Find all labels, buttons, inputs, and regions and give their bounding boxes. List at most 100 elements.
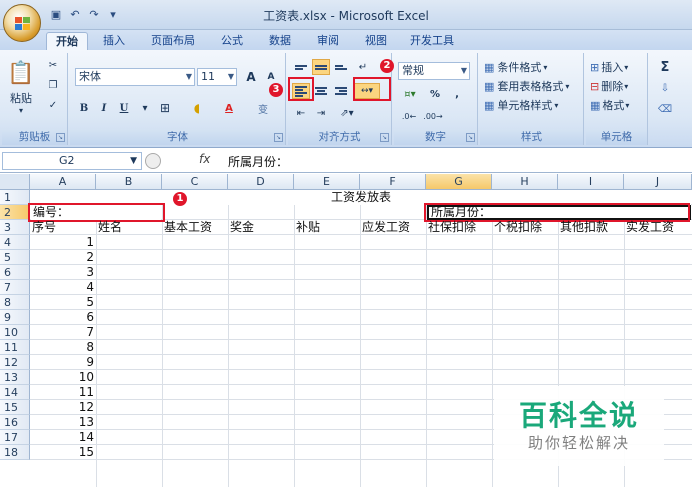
column-header-b[interactable]: B bbox=[96, 174, 162, 190]
borders-icon[interactable]: ⊞ bbox=[156, 100, 174, 116]
paste-icon[interactable]: 📋 bbox=[7, 59, 34, 87]
increase-indent-icon[interactable]: ⇥ bbox=[312, 105, 330, 121]
serial-cell[interactable]: 4 bbox=[31, 280, 94, 295]
serial-cell[interactable]: 6 bbox=[31, 310, 94, 325]
row-header[interactable]: 1 bbox=[0, 190, 30, 205]
copy-icon[interactable]: ❐ bbox=[44, 77, 62, 93]
currency-icon[interactable]: ¤▾ bbox=[398, 86, 422, 102]
row-header[interactable]: 3 bbox=[0, 220, 30, 235]
header-cell[interactable]: 其他扣款 bbox=[560, 220, 624, 235]
decrease-decimal-icon[interactable]: .00→ bbox=[422, 108, 444, 124]
column-header-h[interactable]: H bbox=[492, 174, 558, 190]
row-header[interactable]: 16 bbox=[0, 415, 30, 430]
delete-cells-button[interactable]: ⊟ 删除 ▾ bbox=[590, 78, 628, 94]
align-right-icon[interactable] bbox=[332, 83, 350, 99]
header-cell[interactable]: 序号 bbox=[32, 220, 96, 235]
column-header-j[interactable]: J bbox=[624, 174, 692, 190]
number-format-dropdown-icon[interactable]: ▼ bbox=[461, 63, 467, 79]
serial-cell[interactable]: 11 bbox=[31, 385, 94, 400]
alignment-launcher-icon[interactable]: ↘ bbox=[380, 133, 389, 142]
row-header[interactable]: 6 bbox=[0, 265, 30, 280]
row-header[interactable]: 5 bbox=[0, 250, 30, 265]
serial-cell[interactable]: 5 bbox=[31, 295, 94, 310]
header-cell[interactable]: 实发工资 bbox=[626, 220, 690, 235]
underline-button[interactable]: U bbox=[115, 100, 133, 116]
tab-developer[interactable]: 开发工具 bbox=[404, 32, 460, 50]
insert-cells-button[interactable]: ⊞ 插入 ▾ bbox=[590, 59, 628, 75]
wrap-text-icon[interactable]: ↵ bbox=[354, 59, 372, 75]
format-as-table-button[interactable]: ▦ 套用表格格式 ▾ bbox=[484, 78, 569, 94]
serial-cell[interactable]: 10 bbox=[31, 370, 94, 385]
tab-view[interactable]: 视图 bbox=[358, 32, 394, 50]
serial-cell[interactable]: 13 bbox=[31, 415, 94, 430]
paste-button[interactable]: 粘贴 bbox=[4, 91, 38, 105]
tab-home[interactable]: 开始 bbox=[46, 32, 88, 50]
name-box-dropdown-icon[interactable]: ▼ bbox=[130, 153, 137, 169]
row-header[interactable]: 15 bbox=[0, 400, 30, 415]
header-cell[interactable]: 个税扣除 bbox=[494, 220, 558, 235]
serial-cell[interactable]: 1 bbox=[31, 235, 94, 250]
bottom-align-icon[interactable] bbox=[332, 59, 350, 75]
row-header[interactable]: 4 bbox=[0, 235, 30, 250]
phonetic-button[interactable]: 变 bbox=[252, 100, 274, 116]
serial-cell[interactable]: 15 bbox=[31, 445, 94, 460]
header-cell[interactable]: 姓名 bbox=[98, 220, 162, 235]
cut-icon[interactable]: ✂ bbox=[44, 57, 62, 73]
number-format-combo[interactable]: 常规 ▼ bbox=[398, 62, 470, 80]
header-cell[interactable]: 基本工资 bbox=[164, 220, 228, 235]
tab-formulas[interactable]: 公式 bbox=[214, 32, 250, 50]
font-color-icon[interactable]: A bbox=[220, 100, 238, 116]
name-box[interactable]: G2 ▼ bbox=[2, 152, 142, 170]
bold-button[interactable]: B bbox=[75, 100, 93, 116]
column-header-c[interactable]: C bbox=[162, 174, 228, 190]
serial-cell[interactable]: 3 bbox=[31, 265, 94, 280]
clear-icon[interactable]: ⌫ bbox=[656, 101, 674, 117]
header-cell[interactable]: 补贴 bbox=[296, 220, 360, 235]
header-cell[interactable]: 奖金 bbox=[230, 220, 294, 235]
row-header[interactable]: 13 bbox=[0, 370, 30, 385]
row-header[interactable]: 7 bbox=[0, 280, 30, 295]
middle-align-icon[interactable] bbox=[312, 59, 330, 75]
formula-cancel-icon[interactable] bbox=[145, 153, 161, 169]
font-name-combo[interactable]: 宋体 ▼ bbox=[75, 68, 195, 86]
conditional-formatting-button[interactable]: ▦ 条件格式 ▾ bbox=[484, 59, 547, 75]
row-header[interactable]: 18 bbox=[0, 445, 30, 460]
italic-button[interactable]: I bbox=[95, 100, 113, 116]
row-header[interactable]: 10 bbox=[0, 325, 30, 340]
clipboard-launcher-icon[interactable]: ↘ bbox=[56, 133, 65, 142]
column-header-i[interactable]: I bbox=[558, 174, 624, 190]
serial-cell[interactable]: 14 bbox=[31, 430, 94, 445]
top-align-icon[interactable] bbox=[292, 59, 310, 75]
serial-cell[interactable]: 7 bbox=[31, 325, 94, 340]
serial-cell[interactable]: 9 bbox=[31, 355, 94, 370]
office-button[interactable] bbox=[3, 4, 41, 42]
align-center-icon[interactable] bbox=[312, 83, 330, 99]
column-header-e[interactable]: E bbox=[294, 174, 360, 190]
column-header-d[interactable]: D bbox=[228, 174, 294, 190]
row-header[interactable]: 8 bbox=[0, 295, 30, 310]
font-size-dropdown-icon[interactable]: ▼ bbox=[228, 69, 234, 85]
serial-cell[interactable]: 2 bbox=[31, 250, 94, 265]
fill-color-icon[interactable]: ◖ bbox=[188, 100, 206, 116]
insert-function-button[interactable]: fx bbox=[199, 152, 210, 166]
tab-data[interactable]: 数据 bbox=[262, 32, 298, 50]
font-size-combo[interactable]: 11 ▼ bbox=[197, 68, 237, 86]
comma-button[interactable]: , bbox=[448, 86, 466, 102]
decrease-indent-icon[interactable]: ⇤ bbox=[292, 105, 310, 121]
increase-decimal-icon[interactable]: .0← bbox=[398, 108, 420, 124]
fill-icon[interactable]: ⇩ bbox=[656, 80, 674, 96]
header-cell[interactable]: 社保扣除 bbox=[428, 220, 492, 235]
row-header[interactable]: 2 bbox=[0, 205, 30, 220]
header-cell[interactable]: 应发工资 bbox=[362, 220, 426, 235]
serial-cell[interactable]: 8 bbox=[31, 340, 94, 355]
orientation-icon[interactable]: ⇗▾ bbox=[334, 105, 360, 121]
formula-input[interactable]: 所属月份： bbox=[228, 153, 288, 170]
underline-dropdown-icon[interactable]: ▾ bbox=[136, 100, 154, 116]
column-header-a[interactable]: A bbox=[30, 174, 96, 190]
tab-page-layout[interactable]: 页面布局 bbox=[144, 32, 202, 50]
cell-styles-button[interactable]: ▦ 单元格样式 ▾ bbox=[484, 97, 558, 113]
number-launcher-icon[interactable]: ↘ bbox=[466, 133, 475, 142]
font-name-dropdown-icon[interactable]: ▼ bbox=[186, 69, 192, 85]
tab-insert[interactable]: 插入 bbox=[96, 32, 132, 50]
row-header[interactable]: 17 bbox=[0, 430, 30, 445]
